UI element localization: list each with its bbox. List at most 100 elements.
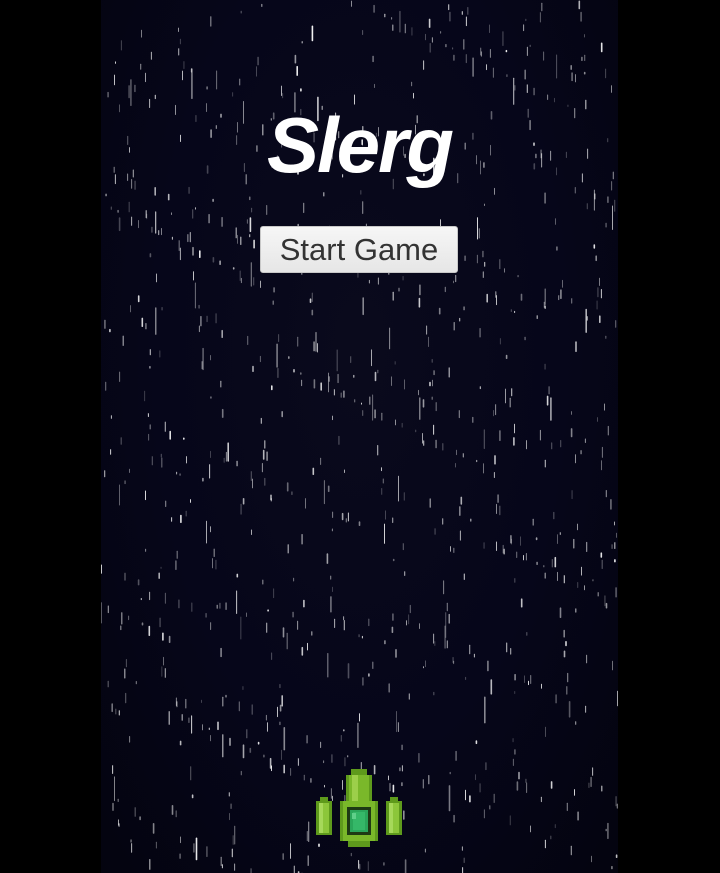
star xyxy=(220,856,222,866)
star xyxy=(483,809,485,819)
star xyxy=(463,39,465,50)
star xyxy=(287,544,289,554)
star xyxy=(313,379,316,389)
star xyxy=(575,74,576,83)
star xyxy=(240,10,242,14)
star xyxy=(110,206,112,210)
game-title: Slerg xyxy=(266,101,454,189)
star xyxy=(221,329,223,338)
star xyxy=(249,217,252,233)
star xyxy=(301,41,303,44)
star xyxy=(290,768,292,776)
star xyxy=(560,289,562,299)
star xyxy=(456,449,457,456)
star xyxy=(554,97,555,103)
star xyxy=(408,614,410,625)
star xyxy=(251,529,252,535)
star xyxy=(391,626,394,633)
star xyxy=(499,505,501,516)
star xyxy=(373,4,375,13)
star xyxy=(282,627,285,638)
star xyxy=(513,437,515,446)
star xyxy=(419,623,420,629)
star xyxy=(514,423,515,434)
star xyxy=(330,575,332,580)
star xyxy=(381,488,383,495)
star xyxy=(151,456,153,466)
star xyxy=(178,27,179,32)
star xyxy=(429,498,431,508)
star xyxy=(536,315,538,319)
star xyxy=(448,613,450,624)
star xyxy=(176,471,178,475)
star xyxy=(179,473,181,476)
star xyxy=(533,87,535,96)
star xyxy=(487,660,489,672)
star xyxy=(343,729,345,732)
star xyxy=(411,81,413,87)
star xyxy=(236,590,238,614)
star xyxy=(313,341,315,352)
star xyxy=(548,386,550,395)
star xyxy=(545,726,546,737)
star xyxy=(264,440,266,449)
star xyxy=(152,823,155,834)
star xyxy=(509,815,511,826)
star xyxy=(514,749,516,755)
star xyxy=(147,413,149,417)
star xyxy=(145,548,147,552)
game-viewport: Slerg Start Game xyxy=(0,0,720,873)
star xyxy=(455,274,457,283)
star xyxy=(330,596,332,613)
star xyxy=(431,359,433,363)
star xyxy=(523,555,524,561)
star xyxy=(253,277,255,286)
star xyxy=(374,409,376,419)
star xyxy=(446,602,448,612)
star xyxy=(560,440,562,448)
star xyxy=(361,402,362,405)
star xyxy=(433,370,435,376)
star xyxy=(338,435,340,445)
star xyxy=(409,604,411,614)
star xyxy=(510,535,512,544)
star xyxy=(264,477,266,486)
star xyxy=(171,236,173,240)
star xyxy=(192,209,194,219)
star xyxy=(449,11,451,22)
start-game-button[interactable]: Start Game xyxy=(260,226,458,273)
star xyxy=(347,663,350,679)
star xyxy=(554,556,557,568)
star xyxy=(601,460,602,471)
star xyxy=(206,846,208,857)
star xyxy=(344,469,345,473)
star xyxy=(266,451,268,461)
star xyxy=(273,287,275,293)
star xyxy=(489,49,491,58)
star xyxy=(257,56,259,66)
star xyxy=(592,579,594,582)
star xyxy=(161,457,163,468)
star xyxy=(171,517,173,522)
star xyxy=(614,199,616,212)
star xyxy=(178,48,180,56)
star xyxy=(480,47,482,56)
star xyxy=(563,650,566,658)
star xyxy=(225,602,227,610)
star xyxy=(158,572,160,579)
star xyxy=(444,286,446,293)
star xyxy=(293,865,295,873)
star xyxy=(469,644,471,655)
star xyxy=(539,429,541,441)
star xyxy=(118,823,120,827)
star xyxy=(120,437,122,445)
star xyxy=(615,854,618,858)
star xyxy=(300,88,302,92)
star xyxy=(422,779,424,789)
star xyxy=(331,754,333,763)
star xyxy=(433,633,435,644)
star xyxy=(171,212,172,215)
star xyxy=(472,57,474,77)
star xyxy=(389,327,391,350)
star xyxy=(465,676,467,680)
